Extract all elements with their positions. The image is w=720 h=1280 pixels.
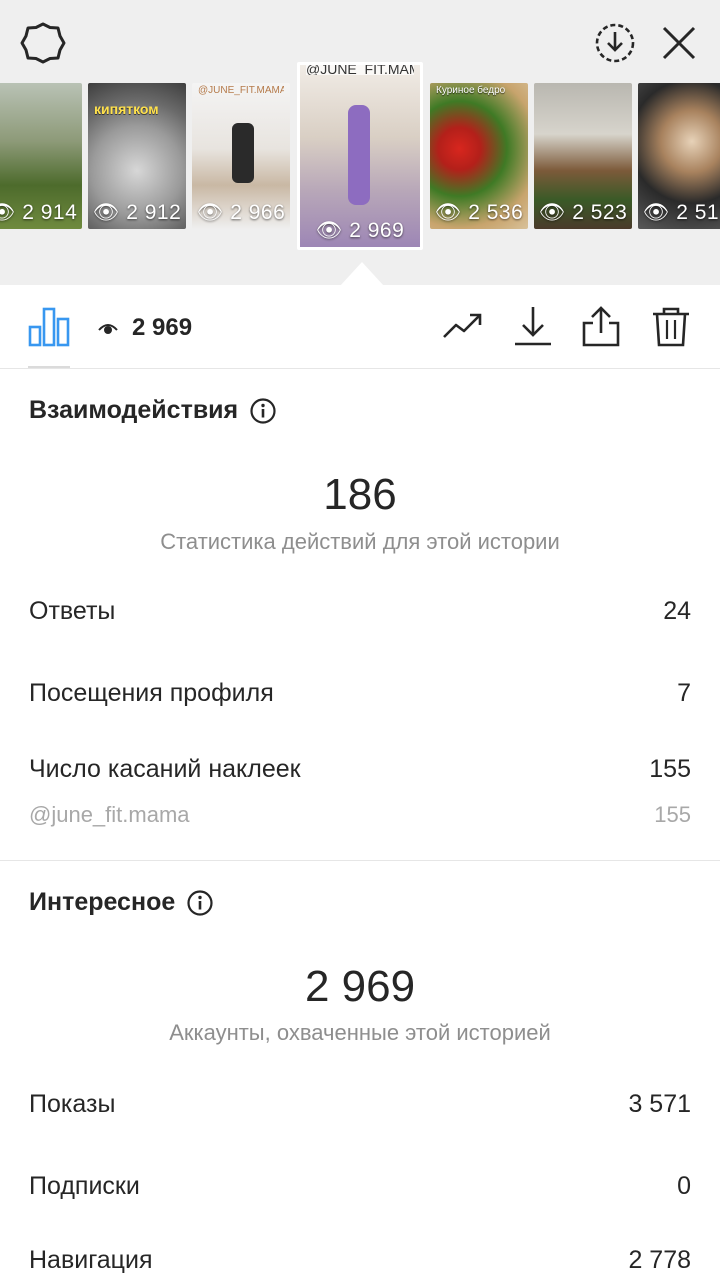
story-thumbnail[interactable]: 👁 2 914 [0,83,82,229]
views-total-value: 2 969 [132,314,193,341]
stat-value: 3 571 [628,1090,691,1118]
story-strip-area: 👁 2 914 кипятком 👁 2 912 @JUNE_FIT.MAMA … [0,0,720,286]
story-thumbnails: 👁 2 914 кипятком 👁 2 912 @JUNE_FIT.MAMA … [0,0,720,285]
stat-row-follows: Подписки 0 [29,1172,691,1201]
story-views: 👁 2 523 [538,201,628,224]
eye-icon: 👁 [0,201,16,224]
eye-icon: 👁 [538,201,566,224]
eye-icon: 👁 [642,201,670,224]
interactions-title: Взаимодействия [29,396,239,424]
trash-icon[interactable] [650,305,692,347]
selected-story-pointer [340,262,384,286]
info-icon[interactable] [250,397,276,424]
story-caption: Куриное бедро [436,85,506,96]
discovery-title: Интересное [29,888,176,916]
story-views: 👁 2 966 [196,201,286,224]
interactions-subtitle: Статистика действий для этой истории [160,529,560,554]
story-views: 👁 2 536 [434,201,524,224]
stat-value: 0 [677,1172,691,1200]
insights-toolbar: 2 969 [0,285,720,369]
story-thumbnail[interactable]: кипятком 👁 2 912 [88,83,186,229]
active-tab-indicator [28,366,70,368]
story-views: 👁 2 969 [315,219,405,242]
stat-row-replies: Ответы 24 [29,597,691,626]
stat-row-impressions: Показы 3 571 [29,1090,691,1119]
stat-row-sticker-mention[interactable]: @june_fit.mama 155 [29,802,691,828]
story-thumbnail-selected[interactable]: @JUNE_FIT.MAMA 👁 2 969 [297,62,423,250]
stat-label: Число касаний наклеек [29,755,301,783]
stat-value: 24 [663,597,691,625]
stat-value: 2 778 [628,1246,691,1274]
eye-icon: 👁 [92,201,120,224]
section-divider [0,860,720,861]
eye-icon: 👁 [315,219,343,242]
story-caption: @JUNE_FIT.MAMA [198,85,284,96]
stat-label: Навигация [29,1246,153,1274]
eye-icon: 👁 [434,201,462,224]
discovery-subtitle: Аккаунты, охваченные этой историей [169,1020,551,1045]
story-views: 👁 2 912 [92,201,182,224]
stat-row-sticker-taps: Число касаний наклеек 155 [29,755,691,784]
story-thumbnail[interactable]: @JUNE_FIT.MAMA 👁 2 966 [192,83,290,229]
stat-value: 155 [654,802,691,827]
stat-value: 155 [649,755,691,783]
stat-label: Подписки [29,1172,140,1200]
stat-label: Ответы [29,597,116,625]
story-caption: кипятком [94,103,159,115]
info-icon[interactable] [187,889,213,916]
download-icon[interactable] [512,305,554,347]
eye-icon: 👁 [196,201,224,224]
eye-icon [98,324,118,334]
story-views: 👁 2 517 [642,201,720,224]
story-figure [232,123,254,183]
bar-chart-icon[interactable] [28,305,70,347]
stat-row-profile-visits: Посещения профиля 7 [29,679,691,708]
trending-icon[interactable] [442,305,484,347]
story-thumbnail[interactable]: Куриное бедро 👁 2 536 [430,83,528,229]
story-thumbnail[interactable]: 👁 2 523 [534,83,632,229]
story-views: 👁 2 914 [0,201,82,225]
story-figure [348,105,370,205]
stat-value: 7 [677,679,691,707]
discovery-total: 2 969 [304,962,416,1011]
share-icon[interactable] [580,305,622,347]
views-total: 2 969 [98,313,192,343]
interactions-section-title: Взаимодействия [29,396,276,425]
stat-row-navigation: Навигация 2 778 [29,1246,691,1275]
story-caption: @JUNE_FIT.MAMA [306,65,414,75]
stat-label: Посещения профиля [29,679,274,707]
interactions-total: 186 [323,470,397,519]
discovery-section-title: Интересное [29,888,213,917]
story-thumbnail[interactable]: 👁 2 517 [638,83,720,229]
stat-label[interactable]: @june_fit.mama [29,802,190,828]
stat-label: Показы [29,1090,116,1118]
